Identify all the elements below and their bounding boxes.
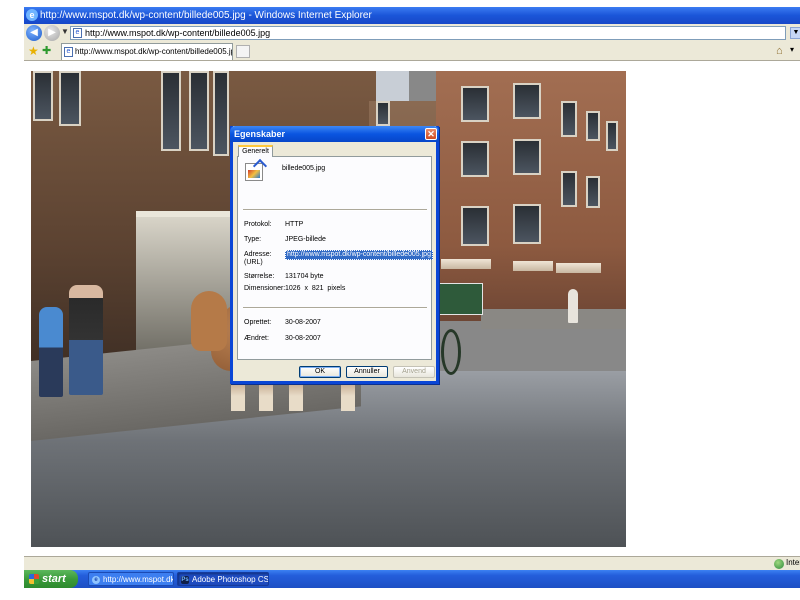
created-label: Oprettet: xyxy=(244,319,272,326)
size-value: 131704 byte xyxy=(285,273,324,280)
building-window xyxy=(513,83,541,119)
building-window xyxy=(461,141,489,177)
horse-head xyxy=(191,291,227,351)
person xyxy=(69,285,103,395)
tab-current-page[interactable]: e http://www.mspot.dk/wp-content/billede… xyxy=(61,43,233,60)
home-dropdown-icon[interactable]: ▾ xyxy=(790,45,794,54)
ie-icon: e xyxy=(26,9,38,21)
taskbar: start e http://www.mspot.dk/... Ps Adobe… xyxy=(24,570,800,588)
jpeg-file-icon xyxy=(245,163,263,181)
person xyxy=(568,289,578,323)
size-label: Størrelse: xyxy=(244,273,275,280)
start-label: start xyxy=(42,573,66,585)
status-bar: Internet xyxy=(24,556,800,570)
taskbar-item-ie[interactable]: e http://www.mspot.dk/... xyxy=(88,572,174,586)
page-icon: e xyxy=(73,28,82,38)
sidewalk xyxy=(481,309,626,329)
created-value: 30-08-2007 xyxy=(285,319,321,326)
file-name: billede005.jpg xyxy=(282,165,326,172)
taskbar-item-photoshop[interactable]: Ps Adobe Photoshop CS3 xyxy=(177,572,269,586)
favorites-star-icon[interactable]: ★ xyxy=(28,44,39,58)
browser-title-bar: e http://www.mspot.dk/wp-content/billede… xyxy=(24,7,800,24)
address-toolbar: ◀ ▶ ▼ e http://www.mspot.dk/wp-content/b… xyxy=(24,24,800,42)
taskbar-item-label: Adobe Photoshop CS3 xyxy=(192,575,269,584)
address-text: http://www.mspot.dk/wp-content/billede00… xyxy=(85,28,271,38)
building-window xyxy=(189,71,209,151)
cart-wheel xyxy=(441,329,461,375)
building-window xyxy=(161,71,181,151)
dimensions-value: 1026 x 821 pixels xyxy=(285,285,346,292)
add-favorites-icon[interactable]: ✚ xyxy=(42,44,51,58)
history-dropdown-icon[interactable]: ▼ xyxy=(61,27,69,36)
building-window xyxy=(376,101,390,126)
type-value: JPEG-billede xyxy=(285,236,326,243)
building-window xyxy=(33,71,53,121)
apply-button[interactable]: Anvend xyxy=(393,366,435,378)
building-window xyxy=(513,204,541,244)
building-window xyxy=(561,171,577,207)
building-window xyxy=(213,71,229,156)
dimensions-label: Dimensioner: xyxy=(244,285,286,292)
modified-value: 30-08-2007 xyxy=(285,335,321,342)
close-icon[interactable]: ✕ xyxy=(425,128,437,140)
internet-zone-icon xyxy=(774,559,784,569)
divider xyxy=(243,209,427,211)
tab-generelt[interactable]: Generelt xyxy=(238,145,273,157)
new-tab-button[interactable] xyxy=(236,45,250,58)
forward-icon[interactable]: ▶ xyxy=(44,25,60,41)
windows-flag-icon xyxy=(29,574,39,584)
building-window xyxy=(513,139,541,175)
start-button[interactable]: start xyxy=(24,570,78,588)
address-input[interactable]: e http://www.mspot.dk/wp-content/billede… xyxy=(70,26,786,40)
properties-dialog: Egenskaber ✕ Generelt billede005.jpg Pro… xyxy=(230,126,439,384)
tab-title: http://www.mspot.dk/wp-content/billede00… xyxy=(75,47,233,56)
address-label: Adresse: (URL) xyxy=(244,251,272,266)
modified-label: Ændret: xyxy=(244,335,269,342)
cancel-button[interactable]: Annuller xyxy=(346,366,388,378)
type-label: Type: xyxy=(244,236,262,243)
building-window xyxy=(606,121,618,151)
person xyxy=(39,307,63,397)
building-window xyxy=(59,71,81,126)
shop-awning xyxy=(513,261,553,271)
ie-icon: e xyxy=(92,576,100,584)
building-window xyxy=(586,111,600,141)
home-icon[interactable]: ⌂ xyxy=(776,44,783,58)
dialog-title-bar[interactable]: Egenskaber ✕ xyxy=(230,126,439,142)
building-window xyxy=(461,206,489,246)
building-window xyxy=(586,176,600,208)
building-window xyxy=(561,101,577,137)
zone-label: Internet xyxy=(786,558,800,567)
protocol-label: Protokol: xyxy=(244,221,272,228)
address-value[interactable]: http://www.mspot.dk/wp-content/billede00… xyxy=(285,250,433,260)
tab-toolbar: ★ ✚ e http://www.mspot.dk/wp-content/bil… xyxy=(24,42,800,61)
building-window xyxy=(461,86,489,122)
address-dropdown-icon[interactable]: ▼ xyxy=(790,27,800,39)
ok-button[interactable]: OK xyxy=(299,366,341,378)
beer-cart xyxy=(438,283,483,315)
taskbar-item-label: http://www.mspot.dk/... xyxy=(103,575,173,584)
shop-awning xyxy=(441,259,491,269)
window-title: http://www.mspot.dk/wp-content/billede00… xyxy=(40,10,372,21)
back-icon[interactable]: ◀ xyxy=(26,25,42,41)
general-panel: billede005.jpg Protokol: HTTP Type: JPEG… xyxy=(237,156,433,360)
photoshop-icon: Ps xyxy=(181,576,189,584)
protocol-value: HTTP xyxy=(285,221,304,228)
dialog-title: Egenskaber xyxy=(234,129,286,139)
page-icon: e xyxy=(64,47,73,57)
shop-awning xyxy=(556,263,601,273)
divider xyxy=(243,307,427,309)
